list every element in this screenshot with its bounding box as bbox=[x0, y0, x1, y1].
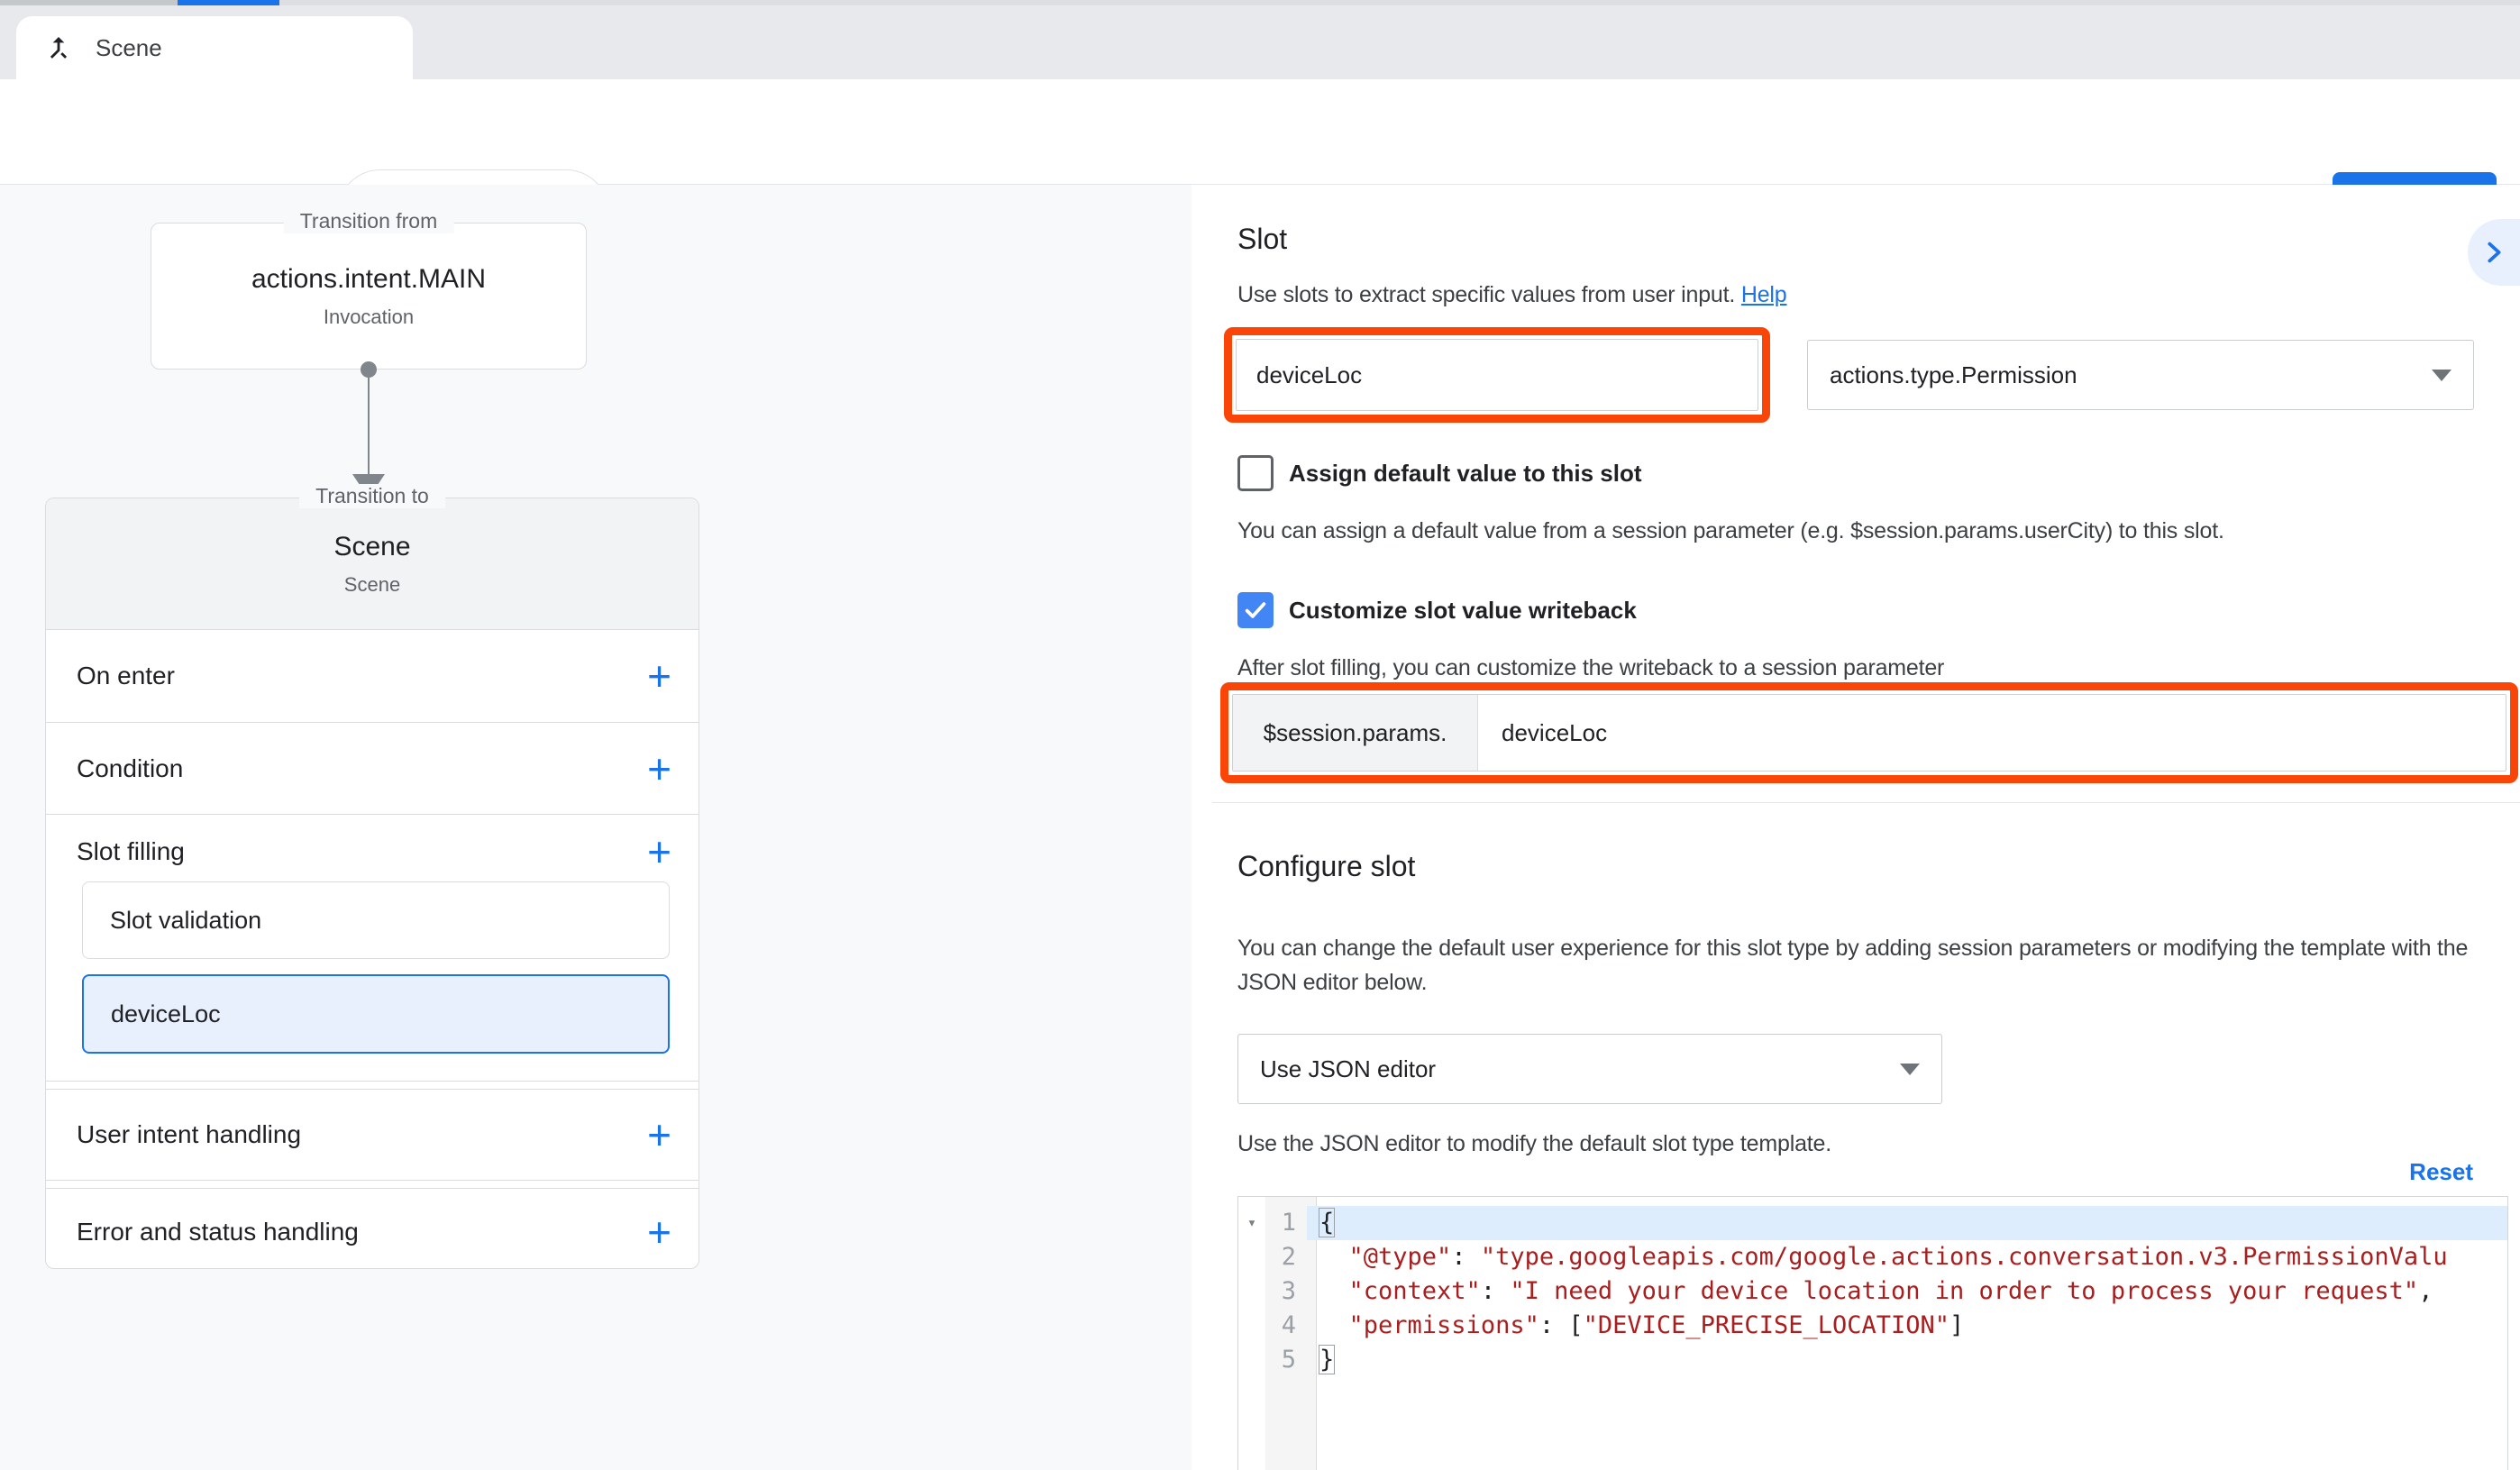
transition-from-node[interactable]: Transition from actions.intent.MAIN Invo… bbox=[151, 223, 587, 370]
transition-to-legend: Transition to bbox=[299, 484, 445, 508]
line-number: 3 bbox=[1265, 1274, 1307, 1309]
slot-filling-header[interactable]: Slot filling + bbox=[46, 815, 698, 881]
app-window: Scene Scene English Cancel Save bbox=[0, 0, 2520, 1470]
code-line[interactable]: 2 "@type": "type.googleapis.com/google.a… bbox=[1238, 1240, 2507, 1274]
code-text: "@type": "type.googleapis.com/google.act… bbox=[1307, 1240, 2507, 1274]
add-icon[interactable]: + bbox=[647, 748, 671, 790]
scene-merge-icon bbox=[43, 32, 74, 63]
json-editor-lines[interactable]: ▾1{2 "@type": "type.googleapis.com/googl… bbox=[1238, 1197, 2507, 1377]
line-number: 5 bbox=[1265, 1343, 1307, 1377]
slot-type-select[interactable]: actions.type.Permission bbox=[1807, 340, 2474, 410]
code-text: "context": "I need your device location … bbox=[1307, 1274, 2507, 1309]
reset-link[interactable]: Reset bbox=[2409, 1158, 2473, 1186]
transition-to-node: Transition to Scene Scene On enter + Con… bbox=[45, 498, 699, 1269]
panel-divider bbox=[1212, 802, 2520, 803]
writeback-field[interactable]: $session.params. deviceLoc bbox=[1232, 694, 2506, 772]
code-line[interactable]: ▾1{ bbox=[1238, 1206, 2507, 1240]
top-scrollbar[interactable] bbox=[0, 0, 2520, 5]
code-text: "permissions": ["DEVICE_PRECISE_LOCATION… bbox=[1307, 1309, 2507, 1343]
add-icon[interactable]: + bbox=[647, 655, 671, 697]
writeback-highlight: $session.params. deviceLoc bbox=[1220, 682, 2518, 783]
writeback-input[interactable]: deviceLoc bbox=[1478, 695, 2506, 771]
slot-deviceloc-item[interactable]: deviceLoc bbox=[82, 974, 670, 1054]
assign-default-checkbox[interactable] bbox=[1237, 455, 1274, 491]
section-on-enter[interactable]: On enter + bbox=[46, 630, 698, 722]
code-line[interactable]: 5} bbox=[1238, 1343, 2507, 1377]
collapse-panel-button[interactable] bbox=[2468, 219, 2520, 286]
slot-name-input[interactable]: deviceLoc bbox=[1236, 339, 1758, 411]
fold-gutter bbox=[1238, 1240, 1265, 1274]
header-bar: Scene English Cancel Save bbox=[0, 79, 2520, 185]
section-slot-filling: Slot filling + Slot validation deviceLoc bbox=[46, 814, 698, 1081]
slot-description-text: Use slots to extract specific values fro… bbox=[1237, 282, 1735, 307]
connector-line bbox=[368, 370, 370, 476]
assign-default-label: Assign default value to this slot bbox=[1289, 460, 1642, 488]
fold-arrow-icon[interactable]: ▾ bbox=[1238, 1206, 1265, 1240]
scene-card-header[interactable]: Scene Scene bbox=[46, 498, 698, 630]
editor-mode-value: Use JSON editor bbox=[1260, 1055, 1436, 1083]
add-icon[interactable]: + bbox=[647, 1211, 671, 1253]
section-label: On enter bbox=[77, 662, 175, 690]
editor-mode-select[interactable]: Use JSON editor bbox=[1237, 1034, 1942, 1104]
section-divider bbox=[46, 1081, 698, 1090]
line-number: 4 bbox=[1265, 1309, 1307, 1343]
section-label: Slot filling bbox=[77, 837, 185, 866]
json-editor[interactable]: ▾1{2 "@type": "type.googleapis.com/googl… bbox=[1237, 1196, 2508, 1470]
add-icon[interactable]: + bbox=[647, 831, 671, 872]
scene-card-title: Scene bbox=[333, 532, 410, 562]
code-text: } bbox=[1307, 1343, 2507, 1377]
add-icon[interactable]: + bbox=[647, 1114, 671, 1155]
code-line[interactable]: 3 "context": "I need your device locatio… bbox=[1238, 1274, 2507, 1309]
tab-scene[interactable]: Scene bbox=[16, 16, 413, 79]
slot-name-highlight: deviceLoc bbox=[1224, 327, 1770, 423]
tab-strip: Scene bbox=[0, 0, 2520, 79]
line-number: 1 bbox=[1265, 1206, 1307, 1240]
configure-slot-description: You can change the default user experien… bbox=[1237, 931, 2499, 1000]
writeback-prefix: $session.params. bbox=[1233, 695, 1478, 771]
intent-kind: Invocation bbox=[324, 306, 414, 329]
configure-slot-heading: Configure slot bbox=[1237, 850, 1415, 883]
transition-from-legend: Transition from bbox=[284, 209, 454, 233]
help-link[interactable]: Help bbox=[1741, 282, 1787, 307]
top-scrollbar-track bbox=[0, 0, 178, 5]
section-user-intent-handling[interactable]: User intent handling + bbox=[46, 1090, 698, 1180]
scene-canvas: Transition from actions.intent.MAIN Invo… bbox=[0, 185, 1192, 1470]
assign-default-description: You can assign a default value from a se… bbox=[1237, 518, 2224, 544]
section-condition[interactable]: Condition + bbox=[46, 722, 698, 814]
slot-detail-panel: Slot Use slots to extract specific value… bbox=[1192, 185, 2520, 1470]
scene-card-subtitle: Scene bbox=[344, 573, 400, 597]
top-scrollbar-thumb[interactable] bbox=[178, 0, 279, 5]
fold-gutter bbox=[1238, 1343, 1265, 1377]
writeback-checkbox[interactable] bbox=[1237, 592, 1274, 628]
line-number: 2 bbox=[1265, 1240, 1307, 1274]
slot-type-value: actions.type.Permission bbox=[1830, 361, 2077, 389]
list-item-label: Slot validation bbox=[110, 907, 261, 935]
section-label: Condition bbox=[77, 754, 183, 783]
slot-heading: Slot bbox=[1237, 223, 1287, 256]
section-label: User intent handling bbox=[77, 1120, 301, 1149]
chevron-down-icon bbox=[2432, 370, 2452, 381]
slot-description: Use slots to extract specific values fro… bbox=[1237, 282, 1787, 308]
writeback-description: After slot filling, you can customize th… bbox=[1237, 655, 1944, 681]
check-icon bbox=[1242, 597, 1269, 624]
editor-hint: Use the JSON editor to modify the defaul… bbox=[1237, 1131, 1831, 1157]
intent-name: actions.intent.MAIN bbox=[251, 264, 486, 295]
code-line[interactable]: 4 "permissions": ["DEVICE_PRECISE_LOCATI… bbox=[1238, 1309, 2507, 1343]
section-error-status-handling[interactable]: Error and status handling + bbox=[46, 1189, 698, 1275]
writeback-label: Customize slot value writeback bbox=[1289, 597, 1637, 625]
section-label: Error and status handling bbox=[77, 1218, 359, 1246]
list-item-label: deviceLoc bbox=[111, 1000, 221, 1028]
code-text: { bbox=[1307, 1206, 2507, 1240]
chevron-down-icon bbox=[1900, 1064, 1920, 1075]
fold-gutter bbox=[1238, 1309, 1265, 1343]
fold-gutter bbox=[1238, 1274, 1265, 1309]
slot-validation-item[interactable]: Slot validation bbox=[82, 881, 670, 959]
section-divider bbox=[46, 1180, 698, 1189]
tab-label: Scene bbox=[96, 34, 162, 62]
chevron-right-icon bbox=[2480, 239, 2507, 266]
